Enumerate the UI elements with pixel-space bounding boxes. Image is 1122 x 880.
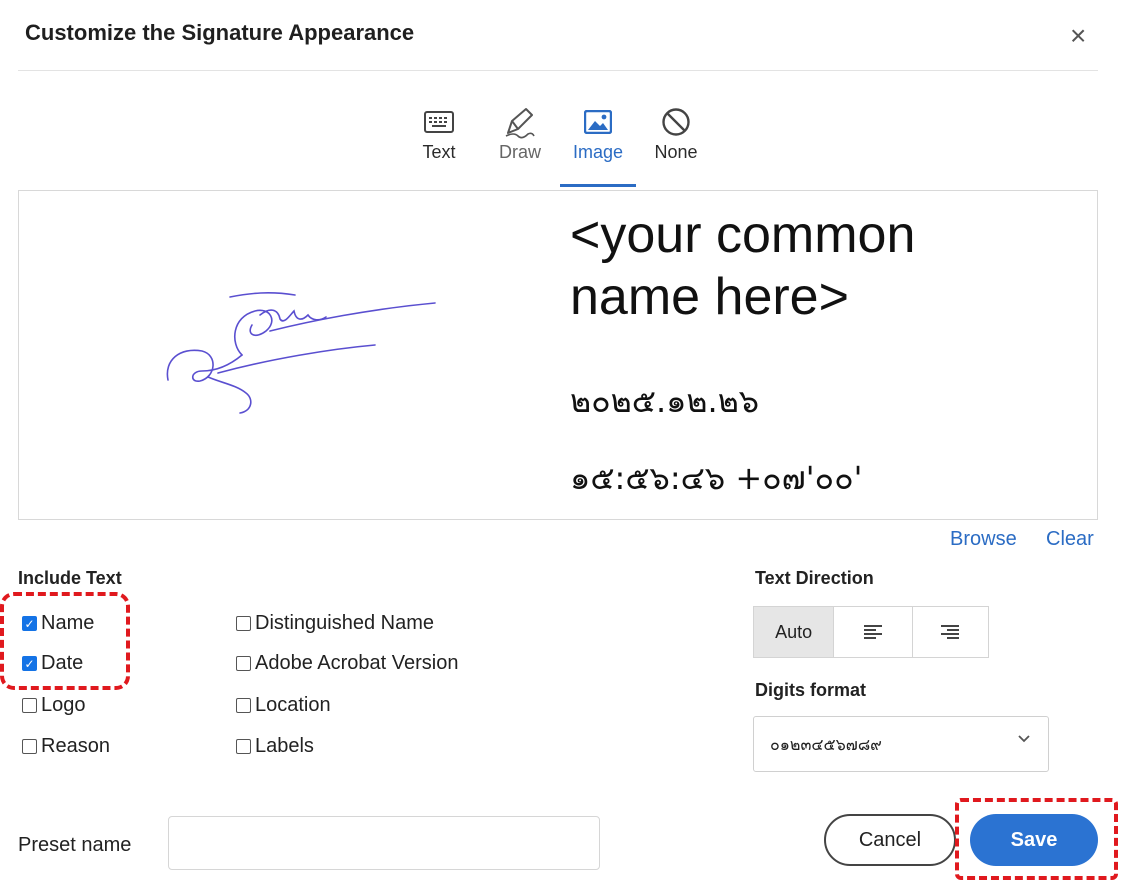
preview-name-line2: name here> (570, 268, 849, 326)
location-label: Location (255, 694, 331, 716)
checkbox-icon (236, 739, 251, 754)
checkbox-icon (236, 656, 251, 671)
checkbox-icon (22, 698, 37, 713)
checkbox-icon (236, 616, 251, 631)
align-right-button[interactable] (911, 607, 988, 657)
dialog-title: Customize the Signature Appearance (25, 20, 415, 45)
image-icon (568, 104, 628, 140)
include-text-heading: Include Text (18, 568, 122, 588)
align-left-button[interactable] (833, 607, 911, 657)
no-symbol-icon (646, 104, 706, 140)
logo-checkbox-label: Logo (41, 694, 86, 716)
align-right-icon (941, 625, 960, 639)
digits-format-value: ๐๑๒๓๔๕๖๗๘๙ (770, 735, 882, 754)
tab-none-label: None (654, 142, 698, 162)
direction-auto-button[interactable]: Auto (754, 607, 834, 657)
highlight-name-date (0, 592, 130, 690)
digits-format-heading: Digits format (755, 680, 867, 700)
digits-format-select[interactable]: ๐๑๒๓๔๕๖๗๘๙ (753, 716, 1049, 772)
tab-text-label: Text (422, 142, 456, 162)
logo-checkbox[interactable]: Logo (22, 694, 86, 717)
tab-image[interactable]: Image (568, 104, 628, 163)
checkbox-icon (236, 698, 251, 713)
preset-name-input[interactable] (168, 816, 600, 870)
close-icon[interactable]: × (1070, 22, 1086, 50)
distinguished-name-label: Distinguished Name (255, 612, 434, 634)
active-tab-indicator (560, 184, 636, 187)
tab-none[interactable]: None (646, 104, 706, 163)
location-checkbox[interactable]: Location (236, 694, 331, 717)
reason-checkbox-label: Reason (41, 735, 110, 757)
checkbox-icon (22, 739, 37, 754)
pen-icon (490, 104, 550, 140)
keyboard-icon (409, 104, 469, 140)
acrobat-version-checkbox[interactable]: Adobe Acrobat Version (236, 652, 458, 675)
preview-time: ๑๕:๕๖:๔๖ +๐๗'๐๐' (570, 459, 863, 497)
labels-checkbox[interactable]: Labels (236, 735, 314, 758)
clear-link[interactable]: Clear (1046, 528, 1094, 551)
cancel-button[interactable]: Cancel (824, 814, 956, 866)
text-direction-heading: Text Direction (755, 568, 874, 588)
text-direction-toggle: Auto (753, 606, 989, 658)
preview-common-name: <your common name here> (570, 204, 915, 328)
distinguished-name-checkbox[interactable]: Distinguished Name (236, 612, 434, 635)
tab-image-label: Image (572, 142, 624, 162)
acrobat-version-label: Adobe Acrobat Version (255, 652, 459, 674)
align-left-icon (863, 625, 882, 639)
tab-text[interactable]: Text (409, 104, 469, 163)
preview-date: ๒๐๒๕.๑๒.๒๖ (570, 382, 760, 420)
labels-label: Labels (255, 735, 314, 757)
header-divider (18, 70, 1098, 71)
tab-draw[interactable]: Draw (490, 104, 550, 163)
browse-link[interactable]: Browse (950, 528, 1017, 551)
preview-name-line1: <your common (570, 206, 916, 264)
preset-name-label: Preset name (18, 834, 132, 856)
signature-image (160, 285, 450, 430)
tab-draw-label: Draw (498, 142, 541, 162)
chevron-down-icon (1016, 731, 1032, 752)
highlight-save (955, 798, 1118, 880)
reason-checkbox[interactable]: Reason (22, 735, 110, 758)
